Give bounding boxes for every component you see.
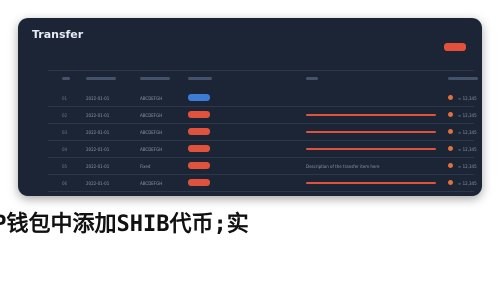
table-row[interactable]: 01 2022-01-01 ABCDEFGH ≈ 12,345 [18, 90, 482, 107]
row-number: 06 [62, 181, 68, 186]
row-reference: Fixed [140, 164, 151, 169]
row-reference: ABCDEFGH [140, 96, 163, 101]
row-amount: ≈ 12,345 [458, 130, 477, 135]
row-reference: ABCDEFGH [140, 147, 163, 152]
row-number: 01 [62, 96, 68, 101]
row-description-bar [306, 114, 436, 116]
row-number: 02 [62, 113, 68, 118]
row-date: 2022-01-01 [86, 130, 110, 135]
table-row[interactable]: 06 2022-01-01 ABCDEFGH ≈ 12,345 [18, 175, 482, 192]
transfer-window: Transfer 01 2022-01-01 ABCDEFGH ≈ 12,345 02 2… [18, 18, 482, 196]
header-divider [48, 70, 474, 71]
header-cell [86, 77, 116, 80]
table-row[interactable]: 072022-01-01ABCDEFGH≈ 12,345 [18, 192, 482, 196]
header-cell [188, 77, 212, 80]
row-reference: ABCDEFGH [140, 181, 163, 186]
row-date: 2022-01-01 [86, 164, 110, 169]
status-badge[interactable] [188, 145, 210, 152]
window-title: Transfer [32, 28, 84, 41]
row-amount: ≈ 12,345 [458, 147, 477, 152]
row-date: 2022-01-01 [86, 96, 110, 101]
row-description: Description of the transfer item here [306, 164, 380, 169]
banner-text: TP钱包中添加SHIB代币;实 [0, 212, 249, 237]
row-amount: ≈ 12,345 [458, 181, 477, 186]
action-button[interactable] [444, 43, 466, 51]
table-row[interactable]: 05 2022-01-01 Fixed Description of the tran… [18, 158, 482, 175]
table-row[interactable]: 02 2022-01-01 ABCDEFGH ≈ 12,345 [18, 107, 482, 124]
status-badge[interactable] [188, 179, 210, 186]
row-description-bar [306, 148, 436, 150]
row-date: 2022-01-01 [86, 147, 110, 152]
header-cell [448, 77, 478, 80]
status-badge[interactable] [188, 128, 210, 135]
status-badge[interactable] [188, 94, 210, 101]
row-amount: ≈ 12,345 [458, 96, 477, 101]
table-header [18, 72, 482, 92]
coin-icon [448, 112, 453, 117]
header-cell [140, 77, 170, 80]
header-cell [306, 77, 318, 80]
row-number: 05 [62, 164, 68, 169]
status-badge[interactable] [188, 111, 210, 118]
coin-icon [448, 95, 453, 100]
coin-icon [448, 180, 453, 185]
header-cell [62, 77, 70, 80]
row-amount: ≈ 12,345 [458, 164, 477, 169]
row-date: 2022-01-01 [86, 181, 110, 186]
table-row[interactable]: 04 2022-01-01 ABCDEFGH ≈ 12,345 [18, 141, 482, 158]
row-description-bar [306, 182, 436, 184]
status-badge[interactable] [188, 162, 210, 169]
table-row[interactable]: 03 2022-01-01 ABCDEFGH ≈ 12,345 [18, 124, 482, 141]
row-number: 04 [62, 147, 68, 152]
row-reference: ABCDEFGH [140, 130, 163, 135]
row-amount: ≈ 12,345 [458, 113, 477, 118]
coin-icon [448, 129, 453, 134]
coin-icon [448, 146, 453, 151]
row-description-bar [306, 131, 436, 133]
row-number: 03 [62, 130, 68, 135]
row-reference: ABCDEFGH [140, 113, 163, 118]
coin-icon [448, 163, 453, 168]
row-date: 2022-01-01 [86, 113, 110, 118]
